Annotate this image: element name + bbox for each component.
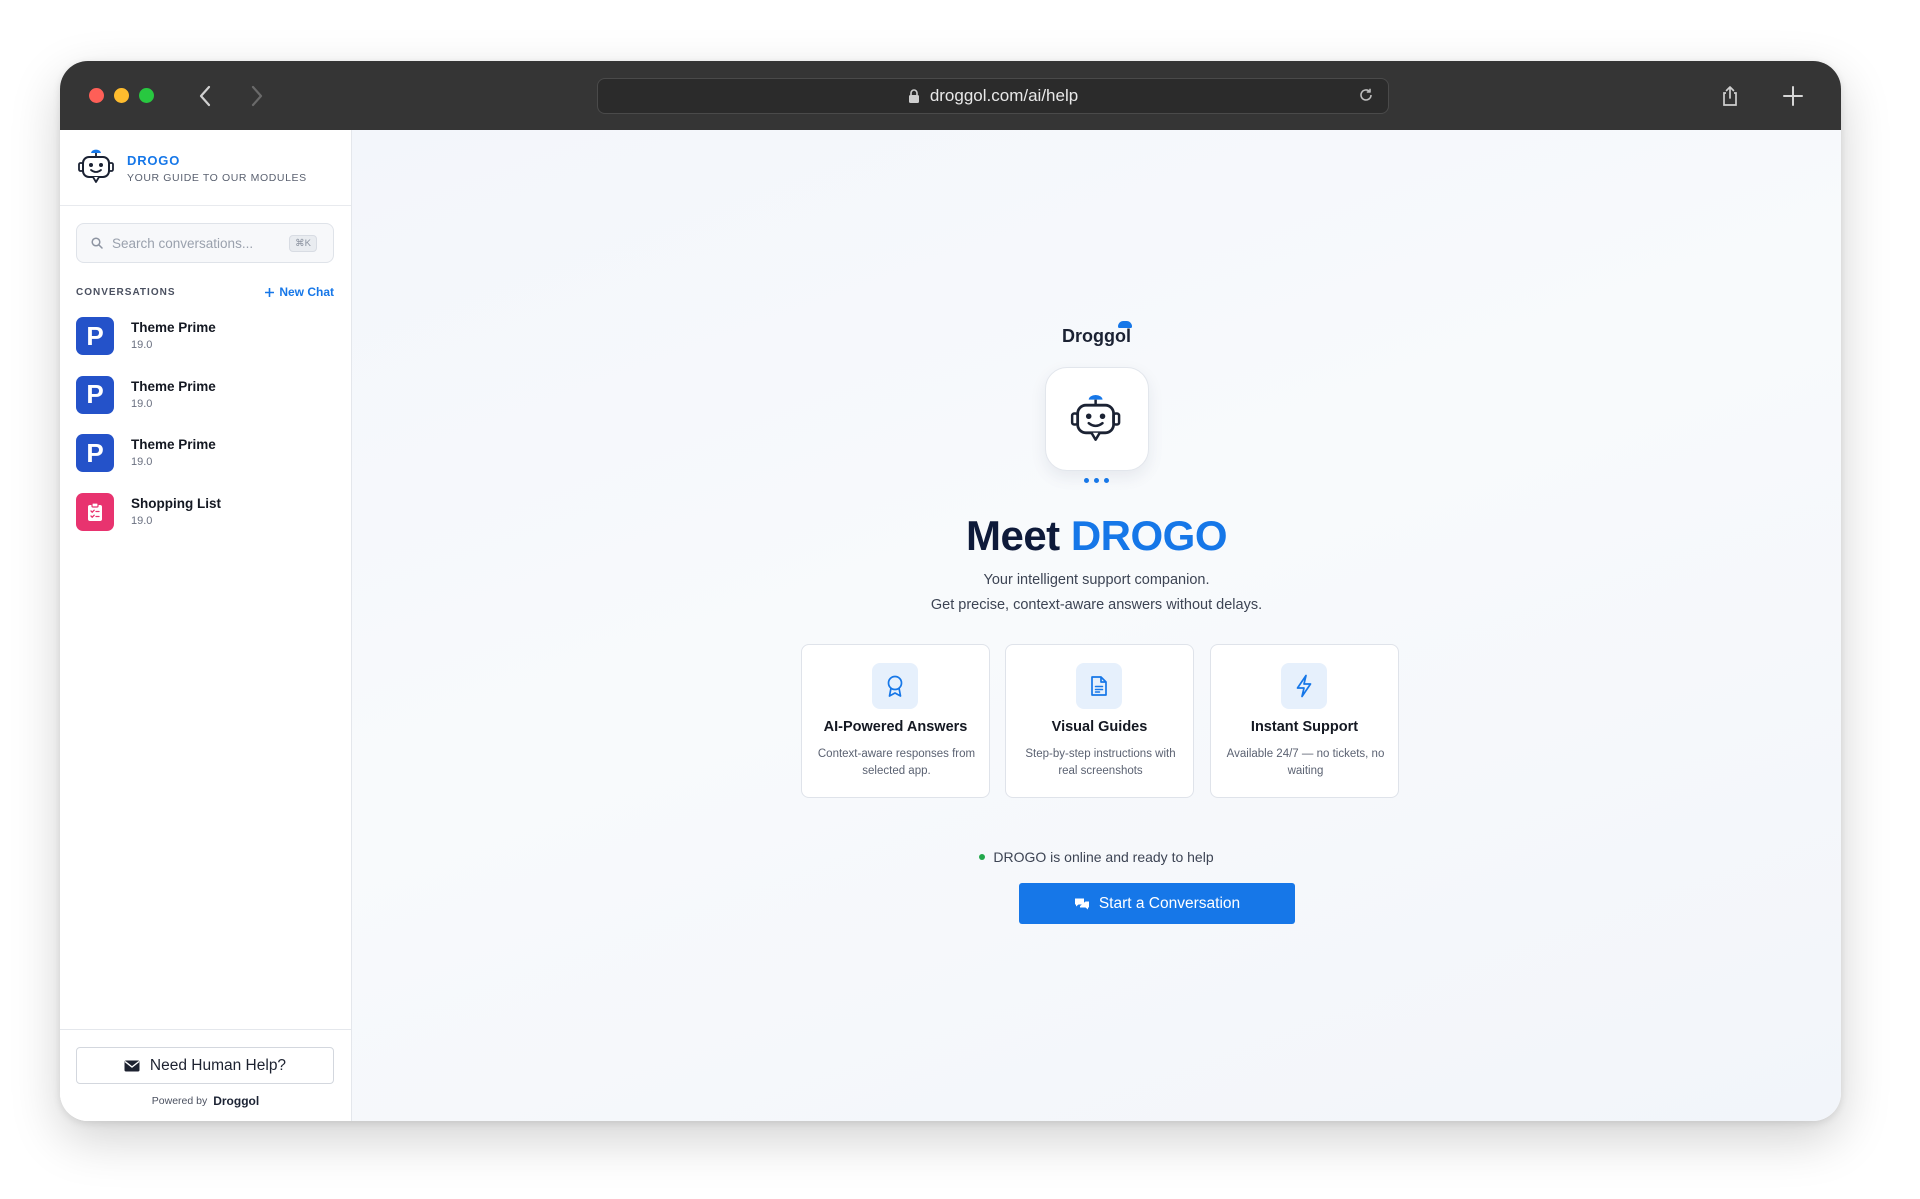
- need-human-help-label: Need Human Help?: [149, 1056, 287, 1074]
- reload-icon[interactable]: [1358, 87, 1374, 103]
- conversation-title: Theme Prime: [131, 378, 216, 394]
- brand-name: DROGO: [127, 153, 181, 168]
- wordmark-text: Droggol: [1062, 326, 1131, 346]
- new-chat-label: New Chat: [279, 285, 334, 299]
- need-human-help-button[interactable]: Need Human Help?: [76, 1047, 334, 1084]
- plus-icon: [265, 287, 275, 297]
- maximize-window-button[interactable]: [139, 88, 154, 103]
- main-content: Droggol Meet DROGO Your intelligent supp…: [352, 130, 1841, 1121]
- app-icon: P: [76, 375, 114, 414]
- search-icon: [91, 237, 103, 249]
- subtitle-line-2: Get precise, context-aware answers witho…: [930, 597, 1263, 613]
- browser-window: droggol.com/ai/help DROGO YOUR GUIDE TO …: [60, 61, 1841, 1121]
- feature-card-ai-answers: AI-Powered Answers Context-aware respons…: [801, 644, 990, 798]
- conversation-title: Theme Prime: [131, 437, 216, 452]
- brand-tagline: YOUR GUIDE TO OUR MODULES: [127, 172, 307, 184]
- page-title: Meet DROGO: [352, 512, 1841, 560]
- start-conversation-label: Start a Conversation: [1098, 894, 1241, 912]
- minimize-window-button[interactable]: [114, 88, 129, 103]
- share-button[interactable]: [1715, 81, 1745, 111]
- feature-description: Context-aware responses from selected ap…: [817, 748, 976, 777]
- conversation-title: Theme Prime: [131, 320, 216, 335]
- online-status: DROGO is online and ready to help: [352, 849, 1841, 865]
- conversation-list: P Theme Prime 19.0 P Theme Prime 19.0 P …: [76, 317, 336, 551]
- robot-logo-icon: [78, 149, 114, 183]
- chevron-right-icon: [251, 85, 263, 107]
- new-chat-button[interactable]: New Chat: [265, 285, 334, 299]
- typing-indicator: [352, 478, 1841, 483]
- conversation-item[interactable]: P Theme Prime 19.0: [76, 317, 336, 376]
- conversation-version: 19.0: [131, 514, 153, 527]
- droggol-logo[interactable]: Droggol: [213, 1094, 259, 1108]
- browser-toolbar: droggol.com/ai/help: [60, 61, 1841, 130]
- feature-title: AI-Powered Answers: [823, 719, 968, 735]
- feature-description: Available 24/7 — no tickets, no waiting: [1226, 748, 1385, 777]
- headline-accent: DROGO: [1070, 512, 1228, 559]
- feature-title: Visual Guides: [1051, 719, 1148, 735]
- feature-card-instant-support: Instant Support Available 24/7 — no tick…: [1210, 644, 1399, 798]
- chevron-left-icon: [199, 85, 211, 107]
- sidebar: DROGO YOUR GUIDE TO OUR MODULES Search c…: [60, 130, 352, 1121]
- new-tab-button[interactable]: [1778, 81, 1808, 111]
- app-icon: P: [76, 434, 114, 472]
- feature-card-visual-guides: Visual Guides Step-by-step instructions …: [1005, 644, 1194, 798]
- sidebar-brand: DROGO YOUR GUIDE TO OUR MODULES: [60, 130, 351, 206]
- search-placeholder: Search conversations...: [112, 235, 254, 251]
- powered-by: Powered by Droggol: [60, 1094, 351, 1108]
- wordmark-cap-icon: [1118, 321, 1132, 328]
- robot-icon: [1070, 394, 1121, 441]
- search-shortcut-badge: ⌘K: [289, 235, 317, 252]
- award-ribbon-icon: [872, 663, 918, 709]
- share-icon: [1723, 86, 1737, 106]
- start-conversation-button[interactable]: Start a Conversation: [1019, 883, 1295, 924]
- url-text: droggol.com/ai/help: [929, 86, 1079, 105]
- feature-title: Instant Support: [1250, 719, 1359, 735]
- clipboard-list-icon: [76, 492, 114, 531]
- sidebar-footer: Need Human Help? Powered by Droggol: [60, 1029, 351, 1121]
- feature-description: Step-by-step instructions with real scre…: [1025, 748, 1176, 777]
- headline-prefix: Meet: [965, 512, 1060, 559]
- conversation-item[interactable]: P Theme Prime 19.0: [76, 434, 336, 493]
- conversation-version: 19.0: [131, 397, 153, 410]
- conversation-version: 19.0: [131, 339, 153, 351]
- forward-button[interactable]: [242, 81, 272, 111]
- address-bar[interactable]: droggol.com/ai/help: [597, 78, 1389, 114]
- envelope-icon: [124, 1060, 140, 1071]
- status-text: DROGO is online and ready to help: [993, 849, 1214, 865]
- plus-icon: [1783, 86, 1803, 106]
- powered-by-label: Powered by: [151, 1095, 208, 1107]
- lock-icon: [908, 88, 920, 104]
- conversation-version: 19.0: [131, 456, 153, 468]
- app-icon: P: [76, 317, 114, 355]
- subtitle-line-1: Your intelligent support companion.: [983, 572, 1210, 588]
- conversation-item[interactable]: Shopping List 19.0: [76, 492, 336, 552]
- conversations-heading: CONVERSATIONS: [76, 287, 176, 298]
- drogo-avatar: [1045, 367, 1149, 471]
- document-icon: [1076, 663, 1122, 709]
- search-input[interactable]: Search conversations... ⌘K: [76, 223, 334, 263]
- lightning-bolt-icon: [1281, 663, 1327, 709]
- close-window-button[interactable]: [89, 88, 104, 103]
- back-button[interactable]: [190, 81, 220, 111]
- status-dot-icon: [979, 854, 986, 860]
- conversation-item[interactable]: P Theme Prime 19.0: [76, 375, 336, 435]
- droggol-wordmark: Droggol: [352, 321, 1841, 347]
- chat-bubbles-icon: [1074, 898, 1089, 909]
- conversation-title: Shopping List: [131, 495, 221, 511]
